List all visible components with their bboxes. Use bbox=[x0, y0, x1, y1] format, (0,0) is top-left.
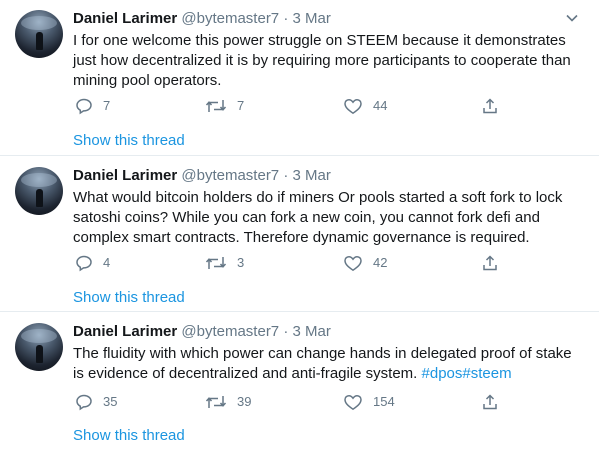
show-thread-link[interactable]: Show this thread bbox=[73, 288, 185, 308]
tweet[interactable]: Daniel Larimer @bytemaster7 · 3 Mar What… bbox=[0, 156, 599, 312]
reply-icon bbox=[76, 394, 92, 411]
reply-icon bbox=[76, 98, 92, 115]
author-handle[interactable]: @bytemaster7 bbox=[181, 10, 279, 27]
author-handle[interactable]: @bytemaster7 bbox=[181, 323, 279, 340]
tweet-actions: 4 3 42 bbox=[73, 253, 513, 273]
reply-button[interactable]: 35 bbox=[75, 392, 117, 412]
reply-count: 35 bbox=[103, 394, 118, 409]
share-button[interactable] bbox=[481, 392, 499, 412]
tweet[interactable]: Daniel Larimer @bytemaster7 · 3 Mar I fo… bbox=[0, 0, 599, 156]
avatar[interactable] bbox=[15, 323, 63, 371]
author-name[interactable]: Daniel Larimer bbox=[73, 323, 177, 340]
retweet-count: 7 bbox=[237, 98, 245, 113]
like-button[interactable]: 42 bbox=[343, 253, 387, 273]
show-thread-link[interactable]: Show this thread bbox=[73, 426, 185, 446]
hashtag-link[interactable]: #steem bbox=[462, 365, 511, 382]
like-icon bbox=[344, 255, 362, 272]
reply-count: 4 bbox=[103, 255, 111, 270]
retweet-button[interactable]: 7 bbox=[205, 96, 244, 116]
tweet-feed: Daniel Larimer @bytemaster7 · 3 Mar I fo… bbox=[0, 0, 599, 450]
share-button[interactable] bbox=[481, 96, 499, 116]
retweet-count: 3 bbox=[237, 255, 245, 270]
like-button[interactable]: 44 bbox=[343, 96, 387, 116]
tweet-header: Daniel Larimer @bytemaster7 · 3 Mar bbox=[73, 9, 331, 29]
chevron-down-icon[interactable] bbox=[565, 11, 579, 25]
share-icon bbox=[483, 255, 497, 271]
like-count: 154 bbox=[373, 394, 395, 409]
tweet-date[interactable]: 3 Mar bbox=[293, 323, 331, 340]
avatar[interactable] bbox=[15, 10, 63, 58]
tweet-text: I for one welcome this power struggle on… bbox=[73, 32, 571, 89]
reply-count: 7 bbox=[103, 98, 111, 113]
share-button[interactable] bbox=[481, 253, 499, 273]
author-handle[interactable]: @bytemaster7 bbox=[181, 167, 279, 184]
retweet-button[interactable]: 3 bbox=[205, 253, 244, 273]
reply-icon bbox=[76, 255, 92, 272]
like-count: 42 bbox=[373, 255, 388, 270]
retweet-button[interactable]: 39 bbox=[205, 392, 251, 412]
author-name[interactable]: Daniel Larimer bbox=[73, 167, 177, 184]
tweet-text: What would bitcoin holders do if miners … bbox=[73, 189, 563, 246]
share-icon bbox=[483, 98, 497, 114]
avatar[interactable] bbox=[15, 167, 63, 215]
tweet-actions: 35 39 154 bbox=[73, 392, 513, 412]
share-icon bbox=[483, 394, 497, 410]
separator: · bbox=[283, 10, 289, 27]
tweet-header: Daniel Larimer @bytemaster7 · 3 Mar bbox=[73, 166, 331, 186]
author-name[interactable]: Daniel Larimer bbox=[73, 10, 177, 27]
retweet-icon bbox=[205, 100, 227, 112]
like-count: 44 bbox=[373, 98, 388, 113]
tweet-date[interactable]: 3 Mar bbox=[293, 10, 331, 27]
tweet-text: The fluidity with which power can change… bbox=[73, 344, 583, 384]
like-icon bbox=[344, 98, 362, 115]
separator: · bbox=[283, 167, 289, 184]
tweet-date[interactable]: 3 Mar bbox=[293, 167, 331, 184]
tweet-actions: 7 7 44 bbox=[73, 96, 513, 116]
show-thread-link[interactable]: Show this thread bbox=[73, 131, 185, 151]
separator: · bbox=[283, 323, 289, 340]
like-button[interactable]: 154 bbox=[343, 392, 395, 412]
retweet-icon bbox=[205, 257, 227, 269]
like-icon bbox=[344, 394, 362, 411]
retweet-icon bbox=[205, 396, 227, 408]
reply-button[interactable]: 4 bbox=[75, 253, 110, 273]
tweet-header: Daniel Larimer @bytemaster7 · 3 Mar bbox=[73, 322, 331, 342]
tweet[interactable]: Daniel Larimer @bytemaster7 · 3 Mar The … bbox=[0, 312, 599, 450]
hashtag-link[interactable]: #dpos bbox=[422, 365, 463, 382]
reply-button[interactable]: 7 bbox=[75, 96, 110, 116]
retweet-count: 39 bbox=[237, 394, 252, 409]
